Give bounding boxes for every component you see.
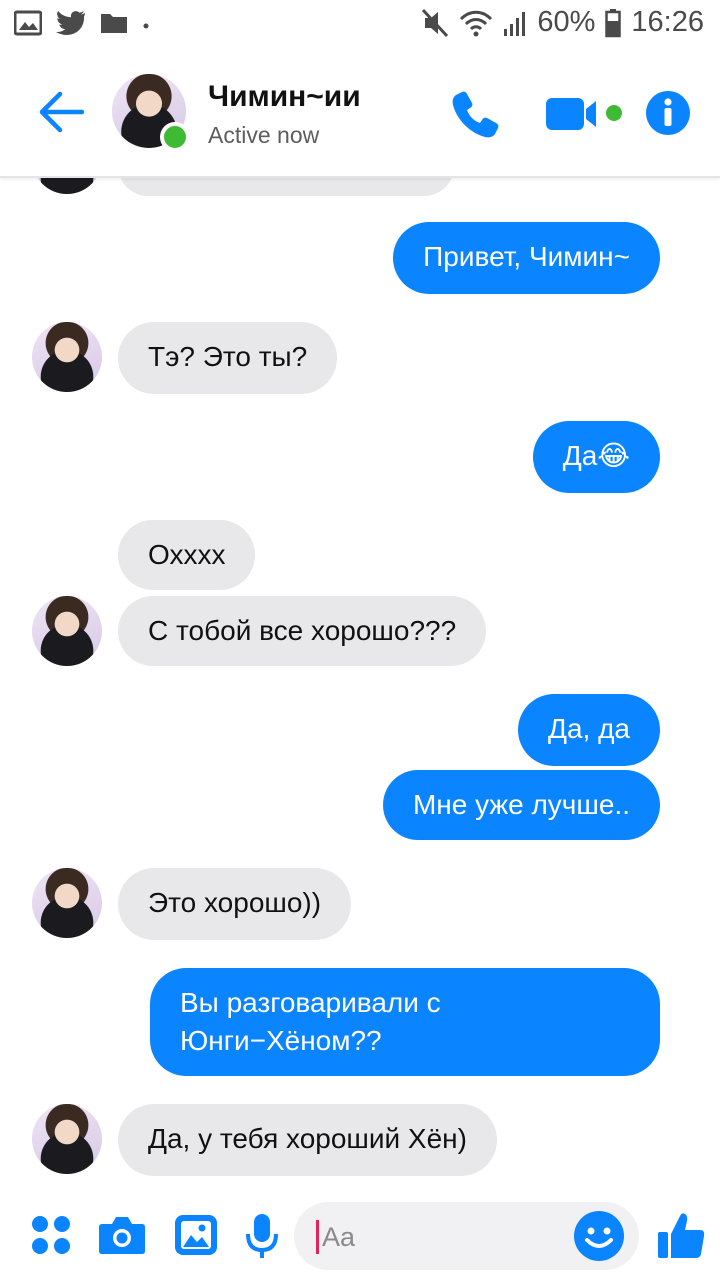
message-bubble-incoming[interactable]: С тобой все хорошо??? xyxy=(118,596,487,666)
back-arrow-icon xyxy=(39,91,85,133)
more-actions-button[interactable] xyxy=(30,1214,72,1256)
contact-name[interactable]: Чимин~ии xyxy=(208,80,361,114)
message-thread[interactable]: Привет, Чимин~ Тэ? Это ты? Да😂 Охххх С т… xyxy=(0,176,720,1192)
presence-status: Active now xyxy=(208,122,320,148)
message-bubble-outgoing[interactable]: Да😂 xyxy=(532,421,660,493)
voice-message-button[interactable] xyxy=(244,1212,280,1260)
gallery-notification-icon xyxy=(14,10,42,36)
sender-avatar xyxy=(32,596,102,666)
sender-avatar xyxy=(32,1104,102,1174)
message-bubble-incoming[interactable]: Охххх xyxy=(118,520,256,590)
status-bar: 60% 16:26 xyxy=(0,0,720,50)
message-bubble-partial xyxy=(118,176,454,196)
battery-icon xyxy=(605,8,622,37)
online-indicator xyxy=(160,122,190,152)
like-button[interactable] xyxy=(656,1210,706,1260)
phone-icon xyxy=(452,91,499,138)
message-bubble-incoming[interactable]: Это хорошо)) xyxy=(118,868,352,940)
conversation-header: Чимин~ии Active now xyxy=(0,50,720,178)
voice-call-button[interactable] xyxy=(448,86,504,142)
camera-button[interactable] xyxy=(98,1214,146,1256)
clock: 16:26 xyxy=(631,6,704,38)
wifi-icon xyxy=(460,10,493,36)
message-composer xyxy=(0,1192,720,1280)
message-input[interactable] xyxy=(320,1214,574,1260)
message-bubble-incoming[interactable]: Тэ? Это ты? xyxy=(118,322,338,394)
contact-avatar[interactable] xyxy=(112,74,190,152)
back-button[interactable] xyxy=(38,90,86,134)
sender-avatar xyxy=(32,868,102,938)
more-notifications-dot-icon xyxy=(143,23,149,29)
sender-avatar xyxy=(32,322,102,392)
smiley-icon xyxy=(574,1211,624,1261)
message-text: Это хорошо)) xyxy=(148,887,322,918)
message-text: Да😂 xyxy=(562,440,630,471)
emoji-button[interactable] xyxy=(573,1210,625,1262)
image-icon xyxy=(175,1215,217,1255)
conversation-info-button[interactable] xyxy=(645,90,691,136)
message-text: Охххх xyxy=(148,539,226,570)
message-text: Да, у тебя хороший Хён) xyxy=(148,1123,467,1154)
message-bubble-outgoing[interactable]: Вы разговаривали с Юнги−Хёном?? xyxy=(150,968,660,1076)
four-dots-icon xyxy=(32,1216,70,1254)
message-field[interactable] xyxy=(294,1202,639,1270)
gallery-button[interactable] xyxy=(174,1214,218,1256)
microphone-icon xyxy=(246,1214,278,1258)
message-bubble-outgoing[interactable]: Мне уже лучше.. xyxy=(382,770,660,840)
battery-percentage: 60% xyxy=(537,6,596,38)
message-bubble-outgoing[interactable]: Привет, Чимин~ xyxy=(393,222,660,294)
mute-icon xyxy=(422,8,449,37)
message-text: Тэ? Это ты? xyxy=(148,341,308,372)
signal-icon xyxy=(504,11,526,36)
folder-notification-icon xyxy=(101,14,127,33)
thumbs-up-icon xyxy=(658,1213,705,1258)
video-camera-icon xyxy=(546,98,622,130)
message-text: Да, да xyxy=(547,713,630,744)
video-call-button[interactable] xyxy=(544,92,626,136)
message-text: Мне уже лучше.. xyxy=(412,789,630,820)
twitter-notification-icon xyxy=(56,11,85,35)
sender-avatar xyxy=(32,176,102,194)
text-caret xyxy=(316,1220,319,1254)
message-text-line: Юнги−Хёном?? xyxy=(180,1025,382,1056)
info-icon xyxy=(646,91,690,135)
message-text-line: Вы разговаривали с xyxy=(180,987,441,1018)
camera-icon xyxy=(99,1217,145,1254)
message-bubble-outgoing[interactable]: Да, да xyxy=(517,694,660,766)
message-text: С тобой все хорошо??? xyxy=(148,615,457,646)
message-bubble-incoming[interactable]: Да, у тебя хороший Хён) xyxy=(118,1104,497,1176)
message-text: Привет, Чимин~ xyxy=(423,241,630,272)
